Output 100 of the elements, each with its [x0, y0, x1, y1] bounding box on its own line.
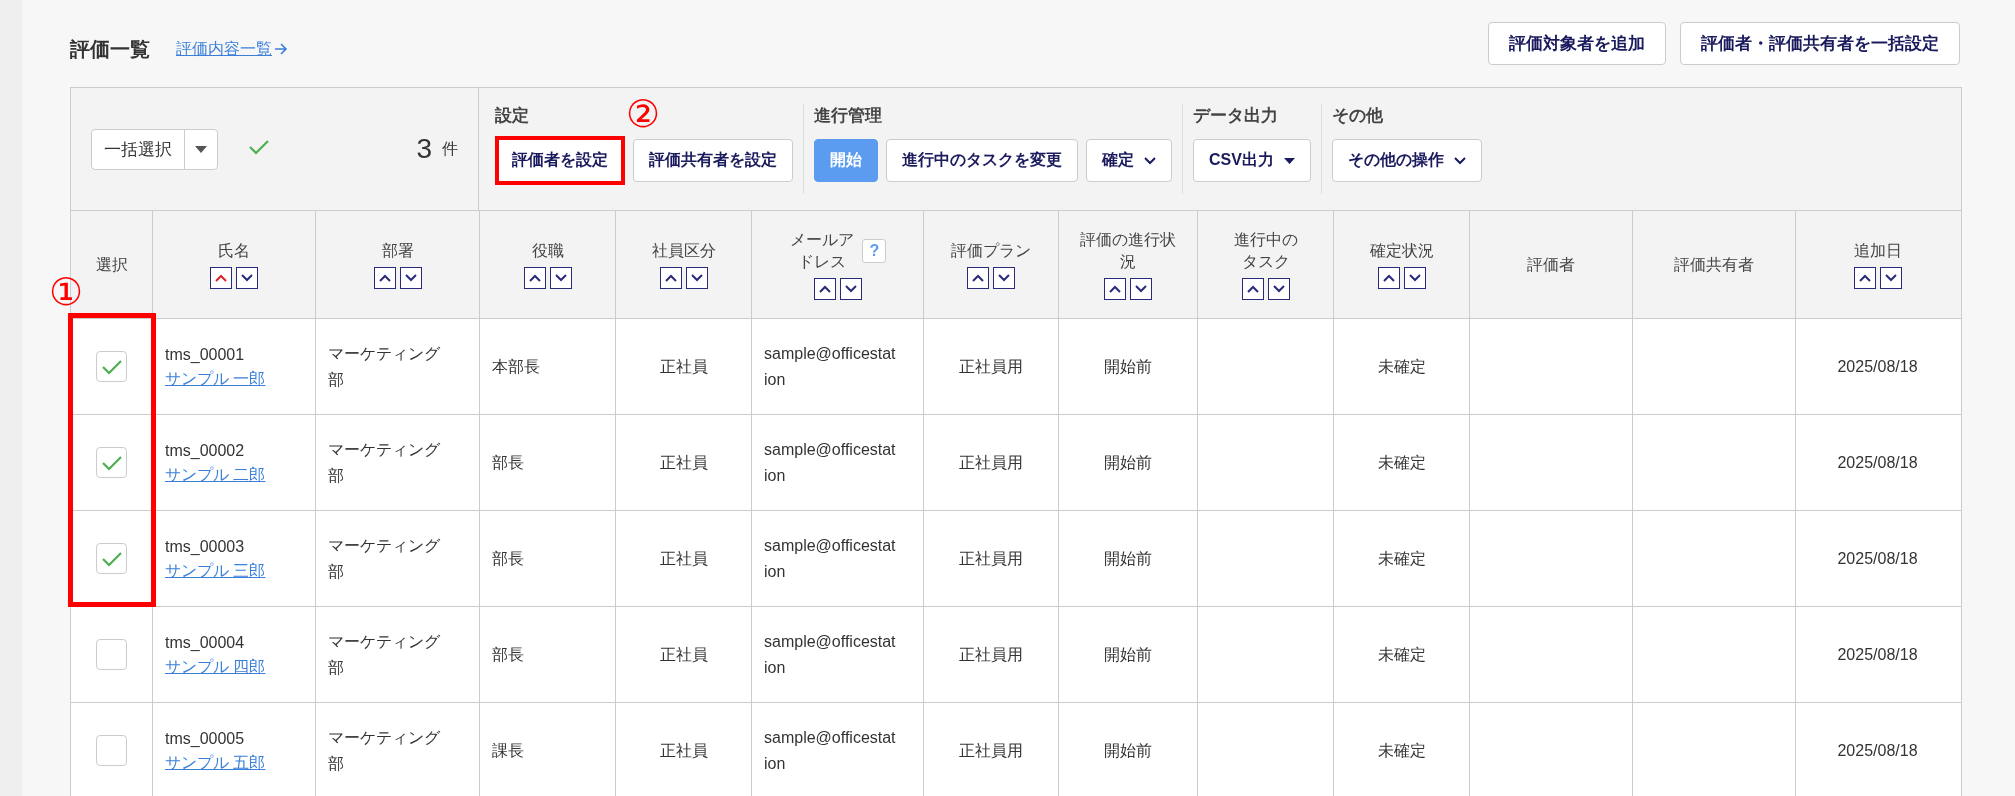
table-cell-text: 開始前 — [1104, 356, 1152, 377]
group-label: 進行管理 — [814, 105, 882, 127]
sort-ascending-button[interactable] — [1853, 267, 1876, 290]
sort-descending-button[interactable] — [1879, 267, 1902, 290]
sort-descending-button[interactable] — [993, 267, 1015, 290]
table-cell-text: sample@officestation — [764, 631, 896, 678]
check-icon — [100, 549, 123, 568]
column-header: 追加日 — [1853, 240, 1902, 261]
checkbox[interactable] — [96, 735, 127, 766]
toolbar-button[interactable]: 評価共有者を設定 — [633, 139, 793, 182]
employee-name-link[interactable]: サンプル 一郎 — [165, 367, 266, 392]
employee-name-link[interactable]: サンプル 四郎 — [165, 655, 266, 680]
chevron-up-icon — [215, 274, 227, 283]
sort-descending-button[interactable] — [236, 267, 258, 290]
table-cell-text: 部長 — [492, 644, 524, 665]
check-icon — [100, 453, 123, 472]
sort-descending-button[interactable] — [1267, 278, 1290, 301]
column-header: 部署 — [381, 240, 414, 261]
chevron-up-icon — [1382, 274, 1395, 283]
count-unit: 件 — [442, 138, 458, 159]
column-header: 評価プラン — [951, 240, 1031, 261]
table-cell-text: 正社員 — [659, 644, 708, 665]
table-cell-text: sample@officestation — [764, 439, 896, 486]
column-header: 役職 — [531, 240, 564, 261]
table-cell-text: sample@officestation — [764, 535, 896, 582]
table-cell-text: 正社員用 — [959, 740, 1023, 761]
table-cell-text: 開始前 — [1104, 740, 1152, 761]
checkbox[interactable] — [96, 639, 127, 670]
column-header: 氏名 — [218, 240, 250, 261]
arrow-right-icon — [274, 42, 288, 56]
table-cell-text: 未確定 — [1377, 548, 1426, 569]
chevron-up-icon — [1109, 285, 1121, 294]
table-cell-text: 未確定 — [1377, 452, 1426, 473]
sort-ascending-button[interactable] — [373, 267, 396, 290]
table-cell-text: 2025/08/18 — [1837, 740, 1918, 761]
chevron-down-icon — [690, 274, 703, 283]
table-cell-text: マーケティング部 — [328, 439, 441, 486]
chevron-up-icon — [972, 274, 984, 283]
table-cell-text: 開始前 — [1104, 548, 1152, 569]
employee-id: tms_00001 — [165, 344, 245, 365]
sort-descending-button[interactable] — [1130, 278, 1152, 301]
checkbox[interactable] — [96, 351, 127, 382]
sort-ascending-button[interactable] — [967, 267, 989, 290]
table-cell-text: 未確定 — [1377, 644, 1426, 665]
table-cell-text: 正社員 — [659, 356, 708, 377]
callout-number: ① — [49, 273, 84, 311]
action-button[interactable]: 評価者・評価共有者を一括設定 — [1680, 21, 1960, 65]
table-cell-text: 開始前 — [1104, 644, 1152, 665]
table-cell-text: 課長 — [492, 740, 524, 761]
column-header: 評価者 — [1527, 254, 1575, 275]
sort-ascending-button[interactable] — [210, 267, 232, 290]
toolbar-button[interactable]: 確定 — [1086, 139, 1172, 182]
column-header: 確定状況 — [1369, 240, 1434, 261]
chevron-down-icon — [1453, 156, 1466, 165]
sort-descending-button[interactable] — [1403, 267, 1426, 290]
chevron-down-icon — [1135, 285, 1147, 294]
employee-name-link[interactable]: サンプル 五郎 — [165, 751, 266, 776]
sort-ascending-button[interactable] — [1241, 278, 1264, 301]
toolbar-button[interactable]: 評価者を設定 — [495, 136, 625, 185]
table-cell-text: 正社員用 — [959, 644, 1023, 665]
chevron-up-icon — [528, 274, 541, 283]
sort-ascending-button[interactable] — [1377, 267, 1400, 290]
sort-descending-button[interactable] — [399, 267, 422, 290]
employee-name-link[interactable]: サンプル 三郎 — [165, 559, 266, 584]
chevron-up-icon — [1246, 285, 1259, 294]
table-cell-text: 2025/08/18 — [1837, 644, 1918, 665]
sort-descending-button[interactable] — [685, 267, 708, 290]
content-list-link[interactable]: 評価内容一覧 — [176, 38, 288, 60]
table-cell-text: 正社員用 — [959, 548, 1023, 569]
employee-name-link[interactable]: サンプル 二郎 — [165, 463, 266, 488]
employee-id: tms_00002 — [165, 440, 245, 461]
chevron-down-icon — [1884, 274, 1897, 283]
checkbox[interactable] — [96, 543, 127, 574]
column-header: メールアドレス — [788, 229, 855, 272]
table-cell-text: 正社員 — [659, 452, 708, 473]
table-cell-text: 2025/08/18 — [1837, 548, 1918, 569]
bulk-select-dropdown[interactable]: 一括選択 — [91, 128, 218, 170]
table-cell-text: マーケティング部 — [328, 535, 441, 582]
table-cell-text: マーケティング部 — [328, 343, 441, 390]
sort-descending-button[interactable] — [839, 278, 862, 301]
sort-ascending-button[interactable] — [659, 267, 682, 290]
checkbox[interactable] — [96, 447, 127, 478]
chevron-down-icon — [1144, 156, 1156, 165]
chevron-down-icon — [844, 285, 857, 294]
employee-id: tms_00005 — [165, 728, 245, 749]
toolbar-button[interactable]: その他の操作 — [1331, 139, 1482, 182]
table-cell-text: 2025/08/18 — [1837, 452, 1918, 473]
callout-number: ② — [626, 95, 661, 133]
action-button[interactable]: 評価対象者を追加 — [1488, 21, 1666, 65]
toolbar-button[interactable]: 進行中のタスクを変更 — [886, 139, 1078, 182]
sort-ascending-button[interactable] — [523, 267, 546, 290]
sort-ascending-button[interactable] — [1104, 278, 1126, 301]
employee-id: tms_00004 — [165, 632, 245, 653]
chevron-up-icon — [378, 274, 391, 283]
table-cell-text: 部長 — [492, 548, 524, 569]
sort-descending-button[interactable] — [549, 267, 572, 290]
sort-ascending-button[interactable] — [813, 278, 836, 301]
page-title: 評価一覧 — [70, 36, 150, 62]
column-header: 選択 — [95, 254, 128, 275]
toolbar-button[interactable]: CSV出力 — [1193, 139, 1311, 182]
